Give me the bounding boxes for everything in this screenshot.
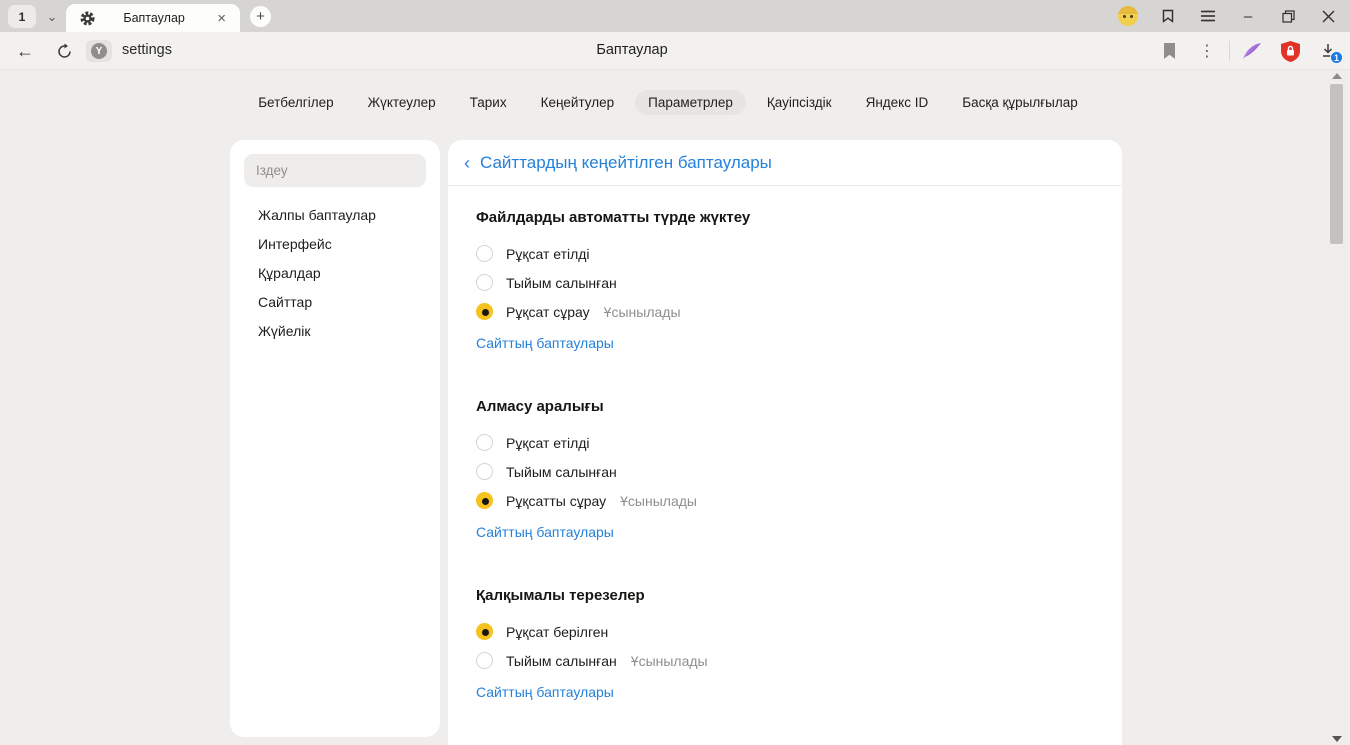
radio-option-selected[interactable]: Рұқсат сұрау Ұсынылады <box>476 297 1094 326</box>
radio-selected-icon <box>476 623 493 640</box>
nav-tab-history[interactable]: Тарих <box>457 90 520 115</box>
scrollbar-up-arrow[interactable] <box>1332 73 1342 79</box>
site-badge[interactable]: Y <box>86 40 112 62</box>
feather-extension-icon[interactable] <box>1236 36 1268 66</box>
search-input[interactable] <box>244 163 426 178</box>
section-title: Қалқымалы терезелер <box>476 586 1094 605</box>
back-chevron-icon: ‹ <box>464 154 470 172</box>
tab-list-chevron-icon[interactable]: ⌄ <box>40 5 64 28</box>
back-button[interactable]: ← <box>12 39 38 63</box>
radio-option-selected[interactable]: Рұқсатты сұрау Ұсынылады <box>476 486 1094 515</box>
address-input[interactable]: settings <box>122 42 172 58</box>
download-count-badge: 1 <box>1330 51 1343 64</box>
nav-tab-settings[interactable]: Параметрлер <box>635 90 746 115</box>
restore-button[interactable] <box>1274 2 1302 30</box>
minimize-button[interactable]: – <box>1234 2 1262 30</box>
section-title: Алмасу аралығы <box>476 397 1094 416</box>
scrollbar-thumb[interactable] <box>1330 84 1343 244</box>
radio-icon <box>476 434 493 451</box>
radio-icon <box>476 245 493 262</box>
bookmark-flag-icon[interactable] <box>1153 36 1185 66</box>
close-window-button[interactable] <box>1314 2 1342 30</box>
nav-tab-security[interactable]: Қауіпсіздік <box>754 90 845 115</box>
recommended-note: Ұсынылады <box>604 304 681 320</box>
nav-tab-other-devices[interactable]: Басқа құрылғылар <box>949 90 1091 115</box>
radio-icon <box>476 274 493 291</box>
section-title: Файлдарды автоматты түрде жүктеу <box>476 208 1094 227</box>
sidebar-item-tools[interactable]: Құралдар <box>230 259 440 288</box>
gear-icon <box>80 11 95 26</box>
settings-main-panel: ‹ Сайттардың кеңейтілген баптаулары Файл… <box>448 140 1122 745</box>
titlebar: 1 ⌄ Баптаулар × + – <box>0 0 1350 32</box>
nav-tab-bookmarks[interactable]: Бетбелгілер <box>245 90 346 115</box>
reload-button[interactable] <box>52 40 76 62</box>
site-settings-link[interactable]: Сайттың баптаулары <box>476 333 614 353</box>
recommended-note: Ұсынылады <box>631 653 708 669</box>
site-settings-link[interactable]: Сайттың баптаулары <box>476 682 614 702</box>
radio-option-selected[interactable]: Рұқсат берілген <box>476 617 1094 646</box>
back-heading[interactable]: ‹ Сайттардың кеңейтілген баптаулары <box>448 140 1122 186</box>
avatar <box>1118 6 1138 26</box>
more-options-icon[interactable]: ⋮ <box>1191 36 1223 66</box>
browser-tab[interactable]: Баптаулар × <box>66 4 240 32</box>
toolbar-divider <box>1229 41 1230 61</box>
radio-icon <box>476 463 493 480</box>
protect-shield-icon[interactable] <box>1274 36 1306 66</box>
radio-option[interactable]: Тыйым салынған Ұсынылады <box>476 646 1094 675</box>
section-clipboard: Алмасу аралығы Рұқсат етілді Тыйым салын… <box>476 397 1094 542</box>
settings-favicon-icon: Y <box>91 43 107 59</box>
settings-sidebar: Жалпы баптаулар Интерфейс Құралдар Сайтт… <box>230 140 440 737</box>
tab-close-icon[interactable]: × <box>213 9 230 28</box>
radio-option[interactable]: Рұқсат етілді <box>476 239 1094 268</box>
tab-counter-button[interactable]: 1 <box>8 5 36 28</box>
downloads-icon[interactable]: 1 <box>1312 36 1344 66</box>
menu-hamburger-icon[interactable] <box>1194 2 1222 30</box>
tab-title: Баптаулар <box>95 11 213 25</box>
radio-option[interactable]: Тыйым салынған <box>476 457 1094 486</box>
sidebar-search[interactable] <box>244 154 426 187</box>
sidebar-item-sites[interactable]: Сайттар <box>230 288 440 317</box>
address-toolbar: ← Y settings Баптаулар ⋮ <box>0 32 1350 70</box>
settings-nav: Бетбелгілер Жүктеулер Тарих Кеңейтулер П… <box>0 90 1336 115</box>
section-popups: Қалқымалы терезелер Рұқсат берілген Тыйы… <box>476 586 1094 702</box>
radio-option[interactable]: Рұқсат етілді <box>476 428 1094 457</box>
scrollbar-down-arrow[interactable] <box>1332 736 1342 742</box>
bookmarks-panel-icon[interactable] <box>1154 2 1182 30</box>
site-settings-link[interactable]: Сайттың баптаулары <box>476 522 614 542</box>
omnibox-page-title: Баптаулар <box>596 42 667 58</box>
nav-tab-downloads[interactable]: Жүктеулер <box>355 90 449 115</box>
radio-selected-icon <box>476 303 493 320</box>
radio-icon <box>476 652 493 669</box>
profile-avatar[interactable] <box>1114 2 1142 30</box>
recommended-note: Ұсынылады <box>620 493 697 509</box>
page-title: Сайттардың кеңейтілген баптаулары <box>480 153 772 173</box>
section-auto-download: Файлдарды автоматты түрде жүктеу Рұқсат … <box>476 208 1094 353</box>
new-tab-button[interactable]: + <box>250 6 271 27</box>
radio-selected-icon <box>476 492 493 509</box>
sidebar-item-interface[interactable]: Интерфейс <box>230 230 440 259</box>
nav-tab-yandex-id[interactable]: Яндекс ID <box>853 90 942 115</box>
sidebar-item-general[interactable]: Жалпы баптаулар <box>230 201 440 230</box>
sidebar-item-system[interactable]: Жүйелік <box>230 317 440 346</box>
nav-tab-extensions[interactable]: Кеңейтулер <box>528 90 628 115</box>
radio-option[interactable]: Тыйым салынған <box>476 268 1094 297</box>
